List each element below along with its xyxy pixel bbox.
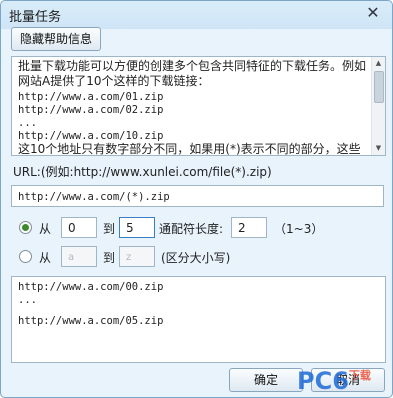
window-title: 批量任务 bbox=[9, 10, 62, 25]
help-example-line: http://www.a.com/01.zip bbox=[18, 91, 164, 103]
generated-urls-box[interactable]: http://www.a.com/00.zip ... http://www.a… bbox=[11, 276, 386, 363]
close-icon[interactable]: ✕ bbox=[364, 4, 382, 22]
scrollbar-thumb[interactable] bbox=[374, 71, 384, 103]
generated-url-line: ... bbox=[18, 294, 37, 306]
help-example-line: ... bbox=[18, 117, 37, 129]
generated-url-line: http://www.a.com/00.zip bbox=[18, 281, 164, 293]
help-example-line: http://www.a.com/02.zip bbox=[18, 104, 164, 116]
letter-to-input[interactable]: z bbox=[119, 246, 155, 267]
help-text-box[interactable]: 批量下载功能可以方便的创建多个包含共同特征的下载任务。例如网站A提供了10个这样… bbox=[11, 56, 386, 156]
to-label: 到 bbox=[103, 222, 116, 236]
url-pattern-input[interactable]: http://www.a.com/(*).zip bbox=[11, 185, 384, 207]
url-label: URL:(例如:http://www.xunlei.com/file(*).zi… bbox=[13, 165, 272, 179]
letter-range-radio[interactable] bbox=[19, 250, 32, 263]
from-label: 从 bbox=[39, 222, 52, 236]
cancel-button[interactable]: 取消 bbox=[311, 368, 385, 392]
wildcard-length-input[interactable]: 2 bbox=[231, 217, 267, 238]
to-label: 到 bbox=[103, 251, 116, 265]
batch-task-dialog: 批量任务 ✕ 隐藏帮助信息 批量下载功能可以方便的创建多个包含共同特征的下载任务… bbox=[0, 0, 393, 398]
wildcard-range-hint: （1~3） bbox=[274, 222, 324, 236]
title-bar: 批量任务 ✕ bbox=[1, 1, 392, 27]
help-description: 批量下载功能可以方便的创建多个包含共同特征的下载任务。例如网站A提供了10个这样… bbox=[18, 59, 367, 88]
generated-url-line: http://www.a.com/05.zip bbox=[18, 315, 164, 327]
wildcard-length-label: 通配符长度: bbox=[159, 222, 224, 236]
case-sensitive-hint: (区分大小写) bbox=[161, 251, 231, 265]
help-footer-text: 这10个地址只有数字部分不同，如果用(*)表示不同的部分，这些 bbox=[18, 142, 361, 156]
ok-button[interactable]: 确定 bbox=[229, 368, 303, 392]
range-from-input[interactable]: 0 bbox=[61, 217, 97, 238]
hide-help-button[interactable]: 隐藏帮助信息 bbox=[11, 27, 101, 51]
help-scrollbar[interactable]: ▲ ▼ bbox=[371, 57, 385, 155]
numeric-range-radio[interactable] bbox=[19, 221, 32, 234]
letter-from-input[interactable]: a bbox=[61, 246, 97, 267]
scroll-down-icon[interactable]: ▼ bbox=[374, 144, 383, 153]
range-to-input[interactable]: 5 bbox=[119, 217, 155, 238]
from-label: 从 bbox=[39, 251, 52, 265]
scroll-up-icon[interactable]: ▲ bbox=[374, 59, 383, 68]
